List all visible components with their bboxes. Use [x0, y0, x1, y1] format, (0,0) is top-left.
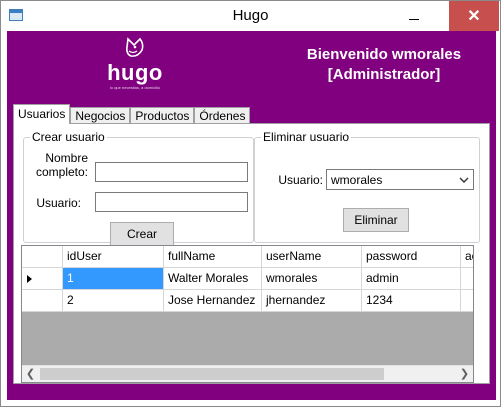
- column-header-extra[interactable]: ac: [461, 246, 473, 268]
- users-grid[interactable]: idUser fullName userName password ac 1 W…: [21, 245, 474, 383]
- cell-fullname[interactable]: Walter Morales: [164, 268, 262, 290]
- full-name-input[interactable]: [95, 162, 248, 182]
- tab-ordenes[interactable]: Órdenes: [194, 107, 251, 124]
- cell-extra[interactable]: [461, 268, 473, 290]
- scroll-left-icon[interactable]: ❮: [22, 366, 39, 382]
- delete-button[interactable]: Eliminar: [343, 208, 409, 232]
- row-header[interactable]: [22, 268, 63, 290]
- close-button[interactable]: ✕: [449, 1, 499, 31]
- welcome-user: Bienvenido wmorales: [306, 46, 462, 63]
- grid-header-row: idUser fullName userName password ac: [22, 246, 473, 268]
- tab-strip: Usuarios Negocios Productos Órdenes: [13, 104, 251, 124]
- column-header-username[interactable]: userName: [262, 246, 362, 268]
- logo-tagline: lo que necesitas, a domicilio: [109, 85, 161, 90]
- create-user-group: Crear usuario Nombre completo: Usuario: …: [23, 130, 254, 246]
- welcome-message: Bienvenido wmorales [Administrador]: [277, 45, 491, 85]
- welcome-role: [Administrador]: [327, 66, 441, 83]
- column-header-fullname[interactable]: fullName: [164, 246, 262, 268]
- cell-username[interactable]: jhernandez: [262, 290, 362, 312]
- tab-productos[interactable]: Productos: [130, 107, 195, 124]
- horizontal-scrollbar[interactable]: ❮ ❯: [22, 365, 473, 382]
- create-user-legend: Crear usuario: [30, 130, 107, 144]
- delete-user-label: Usuario:: [278, 173, 323, 187]
- row-header[interactable]: [22, 290, 63, 312]
- tab-usuarios[interactable]: Usuarios: [13, 104, 71, 124]
- column-header-password[interactable]: password: [362, 246, 461, 268]
- main-window: Hugo ✕ hugo lo que necesitas, a domicili…: [0, 0, 501, 407]
- current-row-arrow-icon: [27, 275, 32, 283]
- cell-username[interactable]: wmorales: [262, 268, 362, 290]
- scroll-right-icon[interactable]: ❯: [456, 366, 473, 382]
- cell-iduser[interactable]: 1: [63, 268, 164, 290]
- cell-password[interactable]: admin: [362, 268, 461, 290]
- logo-wordmark: hugo: [107, 60, 163, 85]
- delete-user-group: Eliminar usuario Usuario: wmorales Elimi…: [254, 130, 480, 243]
- title-bar[interactable]: Hugo ✕: [1, 1, 500, 31]
- table-row[interactable]: 2 Jose Hernandez jhernandez 1234: [22, 290, 473, 312]
- bird-logo-icon: [126, 37, 144, 57]
- cell-extra[interactable]: [461, 290, 473, 312]
- cell-password[interactable]: 1234: [362, 290, 461, 312]
- client-area: hugo lo que necesitas, a domicilio Bienv…: [7, 31, 496, 400]
- scrollbar-thumb[interactable]: [40, 368, 384, 380]
- username-label: Usuario:: [36, 196, 81, 210]
- user-select[interactable]: wmorales: [326, 169, 474, 190]
- table-row[interactable]: 1 Walter Morales wmorales admin: [22, 268, 473, 290]
- cell-fullname[interactable]: Jose Hernandez: [164, 290, 262, 312]
- user-select-value: wmorales: [331, 173, 383, 187]
- row-header-corner[interactable]: [22, 246, 63, 268]
- tab-negocios[interactable]: Negocios: [70, 107, 131, 124]
- full-name-label: Nombre completo:: [35, 151, 88, 179]
- chevron-down-icon: [459, 177, 469, 183]
- minimize-icon: [409, 18, 419, 20]
- minimize-button[interactable]: [397, 1, 431, 31]
- create-button[interactable]: Crear: [110, 222, 174, 246]
- cell-iduser[interactable]: 2: [63, 290, 164, 312]
- hugo-logo: hugo lo que necesitas, a domicilio: [95, 36, 175, 96]
- column-header-iduser[interactable]: idUser: [63, 246, 164, 268]
- close-icon: ✕: [467, 8, 481, 25]
- username-input[interactable]: [95, 192, 248, 212]
- delete-user-legend: Eliminar usuario: [261, 130, 352, 144]
